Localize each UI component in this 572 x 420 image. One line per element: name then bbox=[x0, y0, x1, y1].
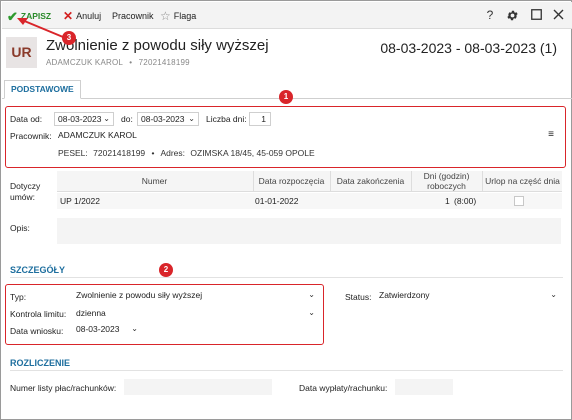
question-icon: ? bbox=[486, 8, 494, 22]
table-row[interactable]: UP 1/2022 01-01-2022 1 (8:00) bbox=[57, 193, 562, 209]
column-header: Urlop na część dnia bbox=[482, 171, 562, 192]
cell-start: 01-01-2022 bbox=[255, 196, 299, 206]
maximize-button[interactable] bbox=[529, 8, 543, 22]
chevron-down-icon: ⌄ bbox=[550, 290, 557, 299]
tab-basic[interactable]: PODSTAWOWE bbox=[4, 80, 81, 99]
flag-label: Flaga bbox=[173, 11, 197, 21]
close-icon bbox=[553, 9, 563, 20]
contracts-table-header: Numer Data rozpoczęcia Data zakończenia … bbox=[57, 171, 562, 192]
contracts-label: Dotyczy umów: bbox=[10, 181, 41, 203]
section-divider bbox=[10, 370, 563, 371]
worker-button[interactable]: Pracownik bbox=[112, 8, 154, 24]
cell-days: 1 bbox=[445, 196, 450, 206]
status-label: Status: bbox=[345, 292, 372, 302]
date-range: 08-03-2023 - 08-03-2023 (1) bbox=[380, 40, 557, 56]
subtitle-separator: • bbox=[129, 58, 133, 67]
annotation-box-1 bbox=[5, 106, 566, 168]
subtitle-id: 72021418199 bbox=[138, 58, 190, 67]
annotation-badge-1: 1 bbox=[279, 90, 293, 104]
subtitle-worker: ADAMCZUK KAROL bbox=[46, 58, 123, 67]
cell-number: UP 1/2022 bbox=[60, 196, 101, 206]
status-select[interactable]: Zatwierdzony ⌄ bbox=[375, 288, 561, 302]
gear-icon bbox=[506, 10, 518, 21]
column-header: Dni (godzin) roboczych bbox=[411, 171, 481, 192]
worker-label: Pracownik bbox=[112, 11, 154, 21]
annotation-arrow bbox=[17, 18, 64, 38]
annotation-badge-2: 2 bbox=[159, 263, 173, 277]
notes-label: Opis: bbox=[10, 223, 30, 233]
window: ✔ ZAPISZ ✕ Anuluj Pracownik ☆ Flaga ? UR… bbox=[0, 0, 572, 420]
section-divider bbox=[10, 277, 563, 278]
column-header: Numer bbox=[141, 175, 168, 186]
payout-date-input[interactable] bbox=[395, 379, 453, 395]
star-icon: ☆ bbox=[160, 9, 171, 23]
page-subtitle: ADAMCZUK KAROL • 72021418199 bbox=[46, 58, 190, 67]
maximize-icon bbox=[530, 9, 542, 20]
payroll-input[interactable] bbox=[124, 379, 272, 395]
settlement-section-title: ROZLICZENIE bbox=[10, 358, 70, 368]
toolbar: ✔ ZAPISZ ✕ Anuluj Pracownik ☆ Flaga ? bbox=[2, 2, 572, 29]
status-value: Zatwierdzony bbox=[379, 290, 430, 300]
cell-hours: (8:00) bbox=[454, 196, 477, 206]
details-section-title: SZCZEGÓŁY bbox=[10, 265, 66, 275]
flag-button[interactable]: ☆ Flaga bbox=[160, 8, 196, 24]
partial-day-checkbox[interactable] bbox=[514, 196, 524, 206]
payout-date-label: Data wypłaty/rachunku: bbox=[299, 383, 388, 393]
settings-button[interactable] bbox=[505, 8, 519, 22]
annotation-box-2 bbox=[5, 284, 324, 345]
notes-textarea[interactable] bbox=[57, 218, 561, 244]
payroll-label: Numer listy płac/rachunków: bbox=[10, 383, 117, 393]
close-button[interactable] bbox=[551, 8, 565, 22]
column-header: Data zakończenia bbox=[330, 171, 410, 192]
column-header: Data rozpoczęcia bbox=[253, 171, 329, 192]
help-button[interactable]: ? bbox=[483, 8, 497, 22]
